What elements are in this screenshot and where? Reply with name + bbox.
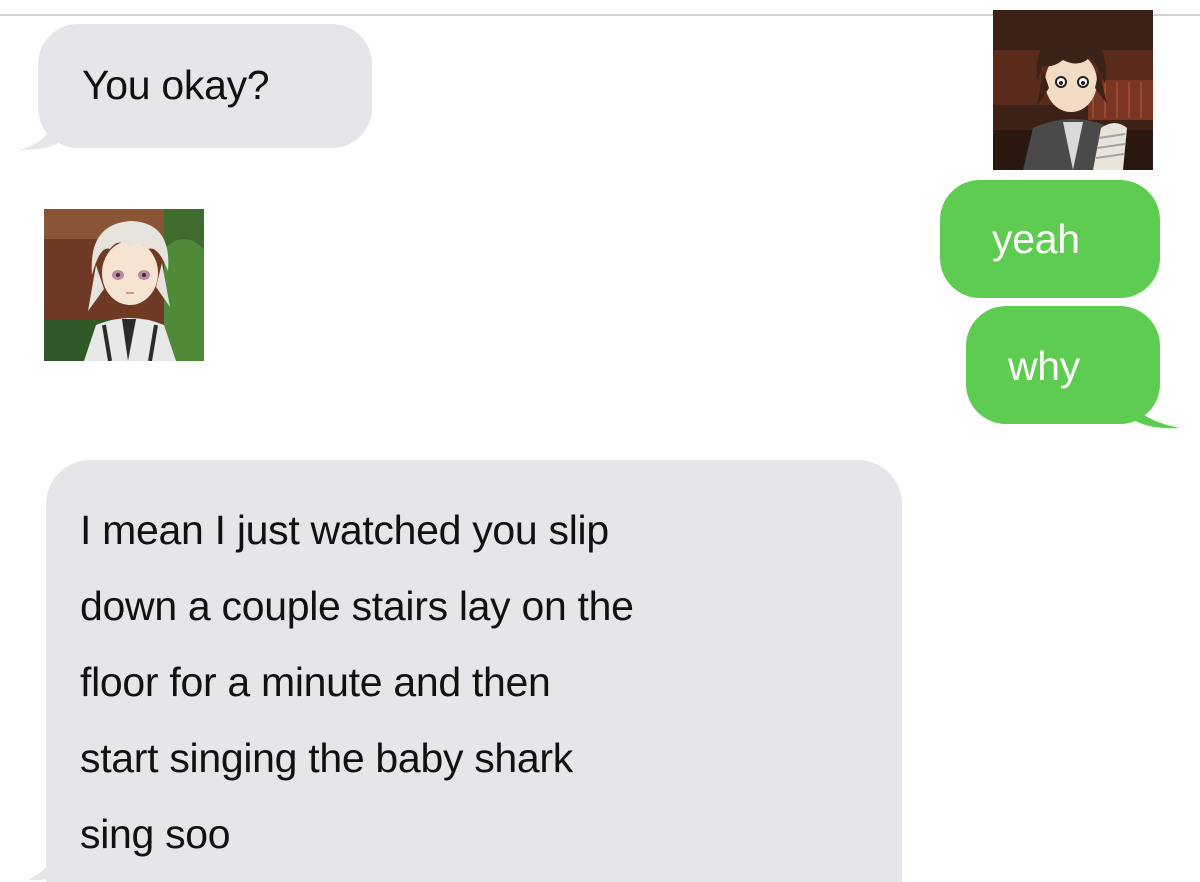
message-bubble-incoming[interactable]: You okay? <box>38 24 372 148</box>
message-bubble-incoming[interactable]: I mean I just watched you slip down a co… <box>46 460 902 882</box>
message-text-line: I mean I just watched you slip <box>80 507 609 553</box>
sender-avatar-image <box>993 10 1153 170</box>
message-text: yeah <box>992 216 1080 262</box>
message-text-line: sing soo <box>80 811 231 857</box>
message-text-line: start singing the baby shark <box>80 735 573 781</box>
message-text: why <box>1008 343 1081 389</box>
message-text-line: down a couple stairs lay on the <box>80 583 634 629</box>
message-text-line: floor for a minute and then <box>80 659 551 705</box>
sender-avatar-image <box>44 209 204 361</box>
message-bubble-outgoing[interactable]: yeah <box>940 180 1160 298</box>
message-text: You okay? <box>82 62 270 108</box>
message-bubble-outgoing[interactable]: why <box>966 306 1160 424</box>
